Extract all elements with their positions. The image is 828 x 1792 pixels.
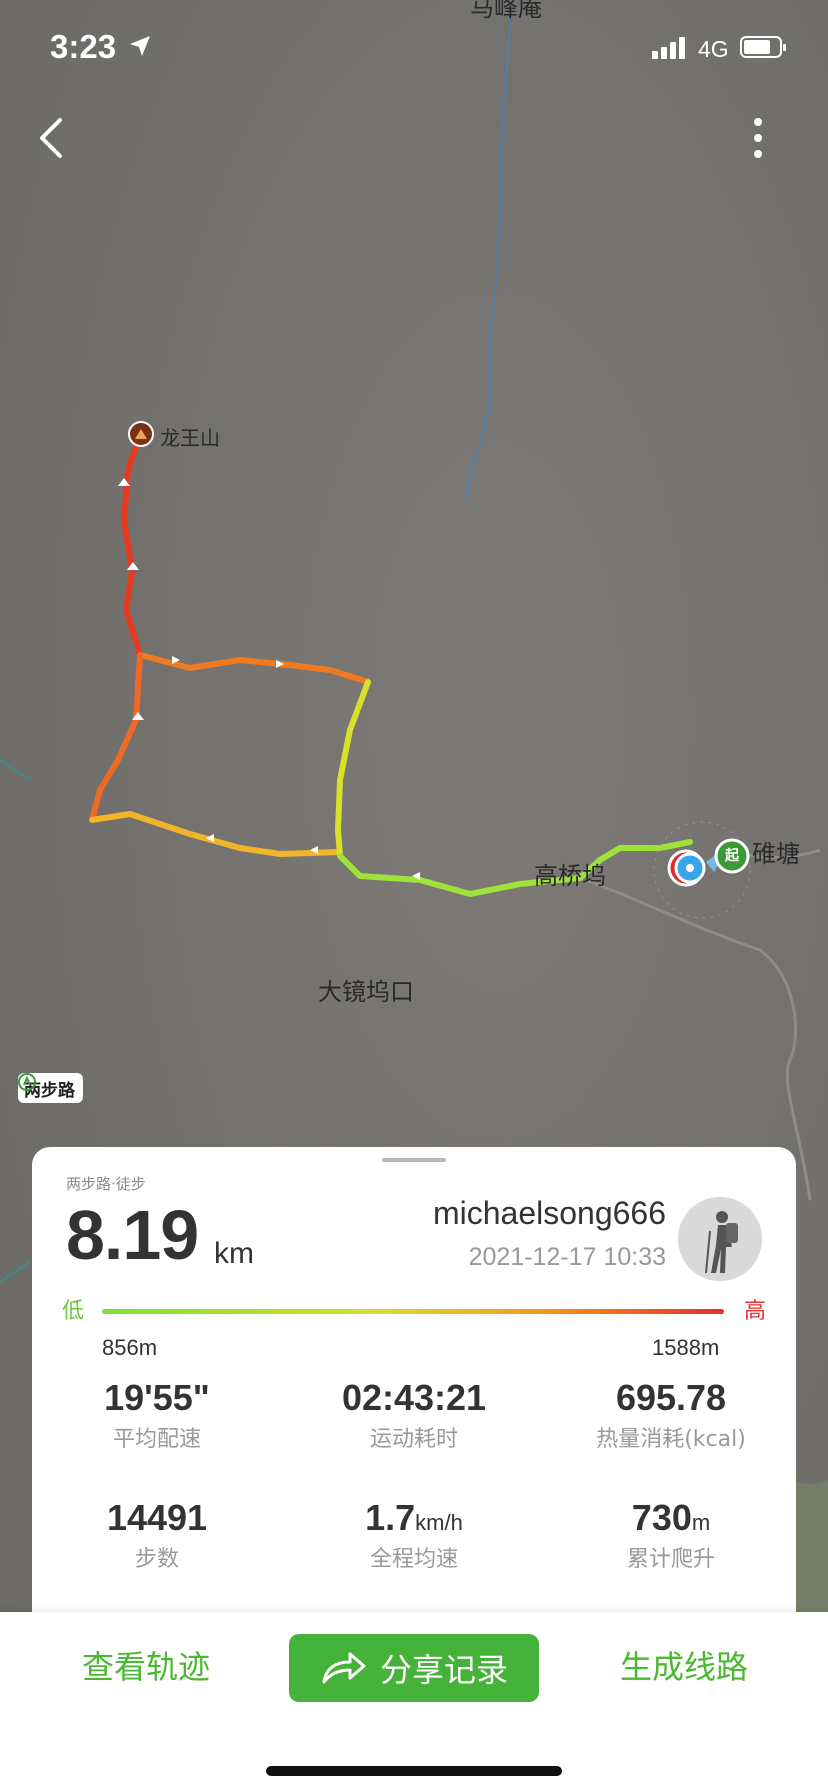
view-track-button[interactable]: 查看轨迹 — [82, 1642, 210, 1688]
elevation-low-label: 低 — [62, 1299, 85, 1324]
map-label-summit: 龙王山 — [160, 426, 220, 450]
distance-unit: km — [214, 1237, 254, 1270]
stat-value: 695.78 — [615, 1377, 727, 1418]
map-label-village: 高桥坞 — [534, 862, 606, 890]
map-label-end: 碓塘 — [752, 840, 800, 868]
stat-label: 全程均速 — [369, 1547, 458, 1572]
stat-elevation-gain: 730m 累计爬升 — [546, 1497, 796, 1573]
stat-steps: 14491 步数 — [32, 1497, 282, 1573]
network-type: 4G — [698, 36, 729, 62]
elevation-min: 856m — [102, 1335, 158, 1360]
distance-value: 8.19 — [66, 1196, 199, 1274]
avatar[interactable] — [678, 1197, 762, 1281]
status-bar: 3:23 4G — [0, 0, 828, 100]
stat-value: 14491 — [106, 1497, 208, 1538]
cellular-signal-icon — [652, 37, 685, 59]
elevation-gradient-bar — [102, 1309, 724, 1314]
stat-label: 步数 — [134, 1547, 179, 1572]
share-record-button[interactable]: 分享记录 — [289, 1634, 539, 1702]
share-record-label: 分享记录 — [379, 1651, 508, 1689]
elevation-high-label: 高 — [744, 1299, 767, 1324]
stat-value: 19'55" — [104, 1377, 210, 1418]
track-segment — [121, 431, 143, 658]
back-button[interactable] — [30, 112, 74, 164]
stat-label: 运动耗时 — [369, 1427, 458, 1452]
track-segment — [89, 811, 343, 857]
track-segment — [89, 652, 143, 823]
share-arrow-icon — [322, 1652, 366, 1684]
activity-datetime: 2021-12-17 10:33 — [468, 1243, 666, 1271]
start-marker-label: 起 — [725, 848, 739, 864]
stat-label: 累计爬升 — [626, 1547, 715, 1572]
stat-value: 02:43:21 — [341, 1377, 487, 1418]
generate-route-button[interactable]: 生成线路 — [620, 1642, 748, 1688]
stat-calories: 695.78 热量消耗(kcal) — [546, 1377, 796, 1453]
summary-card: 两步路·徒步 8.19 km michaelsong666 2021-12-17… — [32, 1147, 796, 1612]
brand-logo-icon — [18, 1073, 36, 1091]
stat-value: 730m — [631, 1497, 711, 1538]
drag-handle[interactable] — [382, 1158, 446, 1162]
more-options-button[interactable] — [740, 112, 776, 164]
location-arrow-icon — [130, 36, 150, 56]
back-arrow-icon — [40, 118, 62, 158]
track-segment — [335, 679, 371, 859]
home-indicator — [266, 1766, 562, 1776]
bottom-action-bar: 查看轨迹 分享记录 生成线路 — [0, 1612, 828, 1792]
stat-value: 1.7km/h — [365, 1497, 463, 1538]
username: michaelsong666 — [432, 1195, 666, 1231]
stat-label: 热量消耗(kcal) — [596, 1427, 746, 1452]
stat-avg-pace: 19'55" 平均配速 — [32, 1377, 282, 1453]
track-segment — [337, 839, 693, 897]
stat-duration: 02:43:21 运动耗时 — [289, 1377, 539, 1453]
status-time: 3:23 — [50, 28, 117, 65]
stat-avg-speed: 1.7km/h 全程均速 — [289, 1497, 539, 1573]
hiker-avatar-icon — [678, 1197, 762, 1281]
activity-source: 两步路·徒步 — [66, 1175, 146, 1193]
stat-label: 平均配速 — [112, 1427, 201, 1452]
brand-badge: 两步路 — [18, 1073, 83, 1103]
elevation-max: 1588m — [652, 1335, 720, 1360]
map-label-south: 大镜坞口 — [318, 978, 414, 1006]
battery-icon — [740, 36, 786, 58]
